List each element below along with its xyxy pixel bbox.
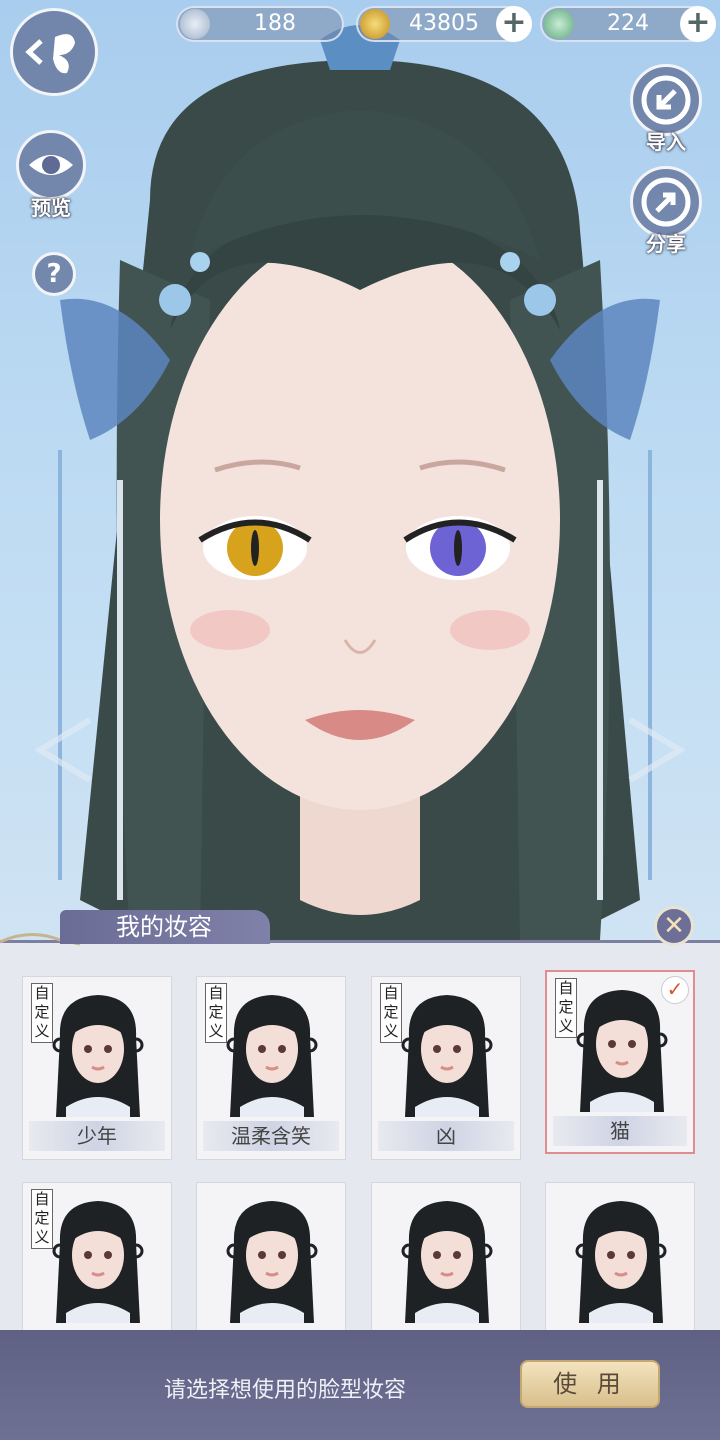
back-button[interactable] bbox=[10, 8, 98, 96]
help-button[interactable]: ? bbox=[32, 252, 76, 296]
custom-badge: 自定义 bbox=[555, 978, 577, 1038]
custom-badge: 自定义 bbox=[380, 983, 402, 1043]
silver-amount: 188 bbox=[254, 11, 296, 36]
character-preview-scene[interactable] bbox=[0, 0, 720, 940]
face-thumbnail bbox=[226, 995, 318, 1117]
preset-name: 少年 bbox=[29, 1121, 165, 1151]
preset-card[interactable]: 自定义 温柔含笑 bbox=[196, 976, 346, 1160]
jade-amount: 224 bbox=[607, 11, 649, 36]
help-icon: ? bbox=[46, 259, 62, 289]
preset-name: 猫 bbox=[553, 1116, 687, 1146]
close-panel-button[interactable]: ✕ bbox=[654, 906, 694, 946]
panel-title: 我的妆容 bbox=[60, 910, 270, 944]
preset-name: 温柔含笑 bbox=[203, 1121, 339, 1151]
eye-icon bbox=[29, 155, 73, 175]
selected-check-icon: ✓ bbox=[661, 976, 689, 1004]
preview-label: 预览 bbox=[31, 196, 71, 220]
preset-card[interactable]: 自定义 少年 bbox=[22, 976, 172, 1160]
import-label: 导入 bbox=[646, 130, 686, 154]
share-arrow-icon bbox=[641, 177, 691, 227]
face-thumbnail bbox=[575, 1201, 667, 1323]
face-thumbnail bbox=[52, 1201, 144, 1323]
preset-name: 凶 bbox=[378, 1121, 514, 1151]
face-thumbnail bbox=[401, 1201, 493, 1323]
share-label: 分享 bbox=[646, 232, 686, 256]
silver-coin-icon bbox=[180, 9, 210, 39]
face-thumbnail bbox=[226, 1201, 318, 1323]
custom-badge: 自定义 bbox=[31, 1189, 53, 1249]
jade-currency: 224 + bbox=[540, 6, 716, 42]
import-arrow-icon bbox=[641, 75, 691, 125]
gold-amount: 43805 bbox=[409, 11, 479, 36]
silver-currency: 188 bbox=[176, 6, 344, 42]
face-thumbnail bbox=[401, 995, 493, 1117]
gold-currency: 43805 + bbox=[356, 6, 532, 42]
custom-badge: 自定义 bbox=[205, 983, 227, 1043]
footer-hint: 请选择想使用的脸型妆容 bbox=[163, 1378, 406, 1403]
face-thumbnail bbox=[52, 995, 144, 1117]
footer-bar: 请选择想使用的脸型妆容 使 用 bbox=[0, 1330, 720, 1440]
jade-token-icon bbox=[544, 9, 574, 39]
face-thumbnail bbox=[576, 990, 668, 1112]
back-butterfly-icon bbox=[25, 34, 75, 74]
preview-button[interactable] bbox=[16, 130, 86, 200]
preset-card[interactable]: 自定义凶 bbox=[371, 976, 521, 1160]
use-button[interactable]: 使 用 bbox=[520, 1360, 660, 1408]
custom-badge: 自定义 bbox=[31, 983, 53, 1043]
gold-coin-icon bbox=[360, 9, 390, 39]
add-jade-button[interactable]: + bbox=[680, 6, 716, 42]
preset-card[interactable]: 自定义猫 ✓ bbox=[545, 970, 695, 1154]
character-portrait bbox=[34, 25, 686, 940]
add-gold-button[interactable]: + bbox=[496, 6, 532, 42]
